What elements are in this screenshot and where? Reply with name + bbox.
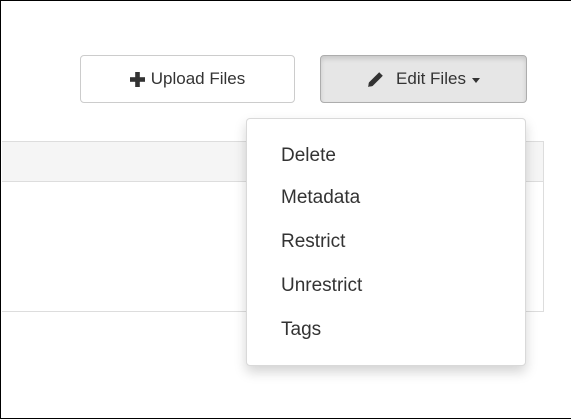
menu-item-tags[interactable]: Tags — [247, 308, 525, 352]
edit-files-label: Edit Files — [396, 69, 466, 88]
edit-files-dropdown-menu: Delete Metadata Restrict Unrestrict Tags — [246, 118, 526, 366]
menu-item-unrestrict[interactable]: Unrestrict — [247, 264, 525, 308]
edit-files-button[interactable]: Edit Files — [320, 55, 527, 103]
files-panel: Upload Files Edit Files Delete Metadata … — [0, 0, 571, 419]
plus-icon — [129, 71, 145, 87]
menu-item-delete[interactable]: Delete — [247, 136, 525, 176]
upload-files-label: Upload Files — [150, 69, 246, 88]
caret-down-icon — [471, 77, 480, 83]
upload-files-button[interactable]: Upload Files — [80, 55, 295, 103]
menu-item-restrict[interactable]: Restrict — [247, 220, 525, 264]
pencil-icon — [367, 71, 384, 88]
menu-item-metadata[interactable]: Metadata — [247, 176, 525, 220]
